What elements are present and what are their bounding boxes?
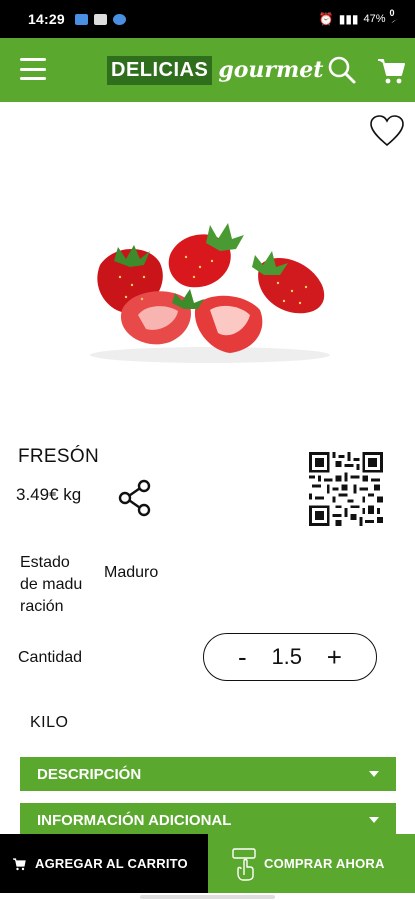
additional-info-accordion[interactable]: INFORMACIÓN ADICIONAL [20,803,396,837]
ripeness-label: Estado de madu ración [20,554,83,615]
quantity-label: Cantidad [18,649,83,666]
notification-icon [74,13,88,25]
product-price: 3.49€ kg [16,485,82,504]
search-icon[interactable] [327,55,357,85]
description-accordion-label: DESCRIPCIÓN [37,765,142,783]
cart-count-badge: 0 [384,5,400,21]
qr-code [309,452,383,526]
add-to-cart-button[interactable]: AGREGAR AL CARRITO [0,834,208,893]
battery-text: 47% [363,13,386,25]
cart-icon[interactable] [376,56,406,86]
quantity-value[interactable]: 1.5 [271,644,302,670]
status-time: 14:29 [28,11,65,27]
product-name: FRESÓN [18,446,99,467]
bottom-action-bar: AGREGAR AL CARRITO COMPRAR AHORA [0,834,415,893]
alarm-icon: ⏰ [318,12,334,26]
description-accordion[interactable]: DESCRIPCIÓN [20,757,396,791]
status-bar: 14:29 ⏰ ▮▮▮ 47% ⚡ [0,0,415,38]
cart-mini-icon [13,857,26,870]
click-hand-icon [232,847,256,881]
add-to-cart-label: AGREGAR AL CARRITO [35,856,188,871]
logo[interactable]: DELICIAS gourmet [107,55,323,85]
buy-now-label: COMPRAR AHORA [264,856,385,871]
notification-icons [74,13,126,25]
menu-icon[interactable] [20,58,46,80]
app-header: DELICIAS gourmet [0,38,415,102]
caret-down-icon [369,771,379,777]
logo-script-text: gourmet [218,57,324,83]
heart-icon[interactable] [369,115,405,147]
buy-now-button[interactable]: COMPRAR AHORA [208,834,415,893]
laptop-icon [93,13,107,25]
additional-info-accordion-label: INFORMACIÓN ADICIONAL [37,811,232,829]
product-image [90,223,330,363]
signal-icon: ▮▮▮ [338,12,359,26]
quantity-plus-button[interactable]: + [327,644,342,670]
bluetooth-icon [112,13,126,25]
quantity-minus-button[interactable]: - [238,644,247,670]
quantity-stepper: - 1.5 + [203,633,377,681]
share-icon[interactable] [117,479,153,517]
logo-box-text: DELICIAS [107,55,213,85]
unit-label: KILO [30,714,69,731]
ripeness-value[interactable]: Maduro [104,564,158,582]
gesture-handle [140,895,275,899]
caret-down-icon [369,817,379,823]
